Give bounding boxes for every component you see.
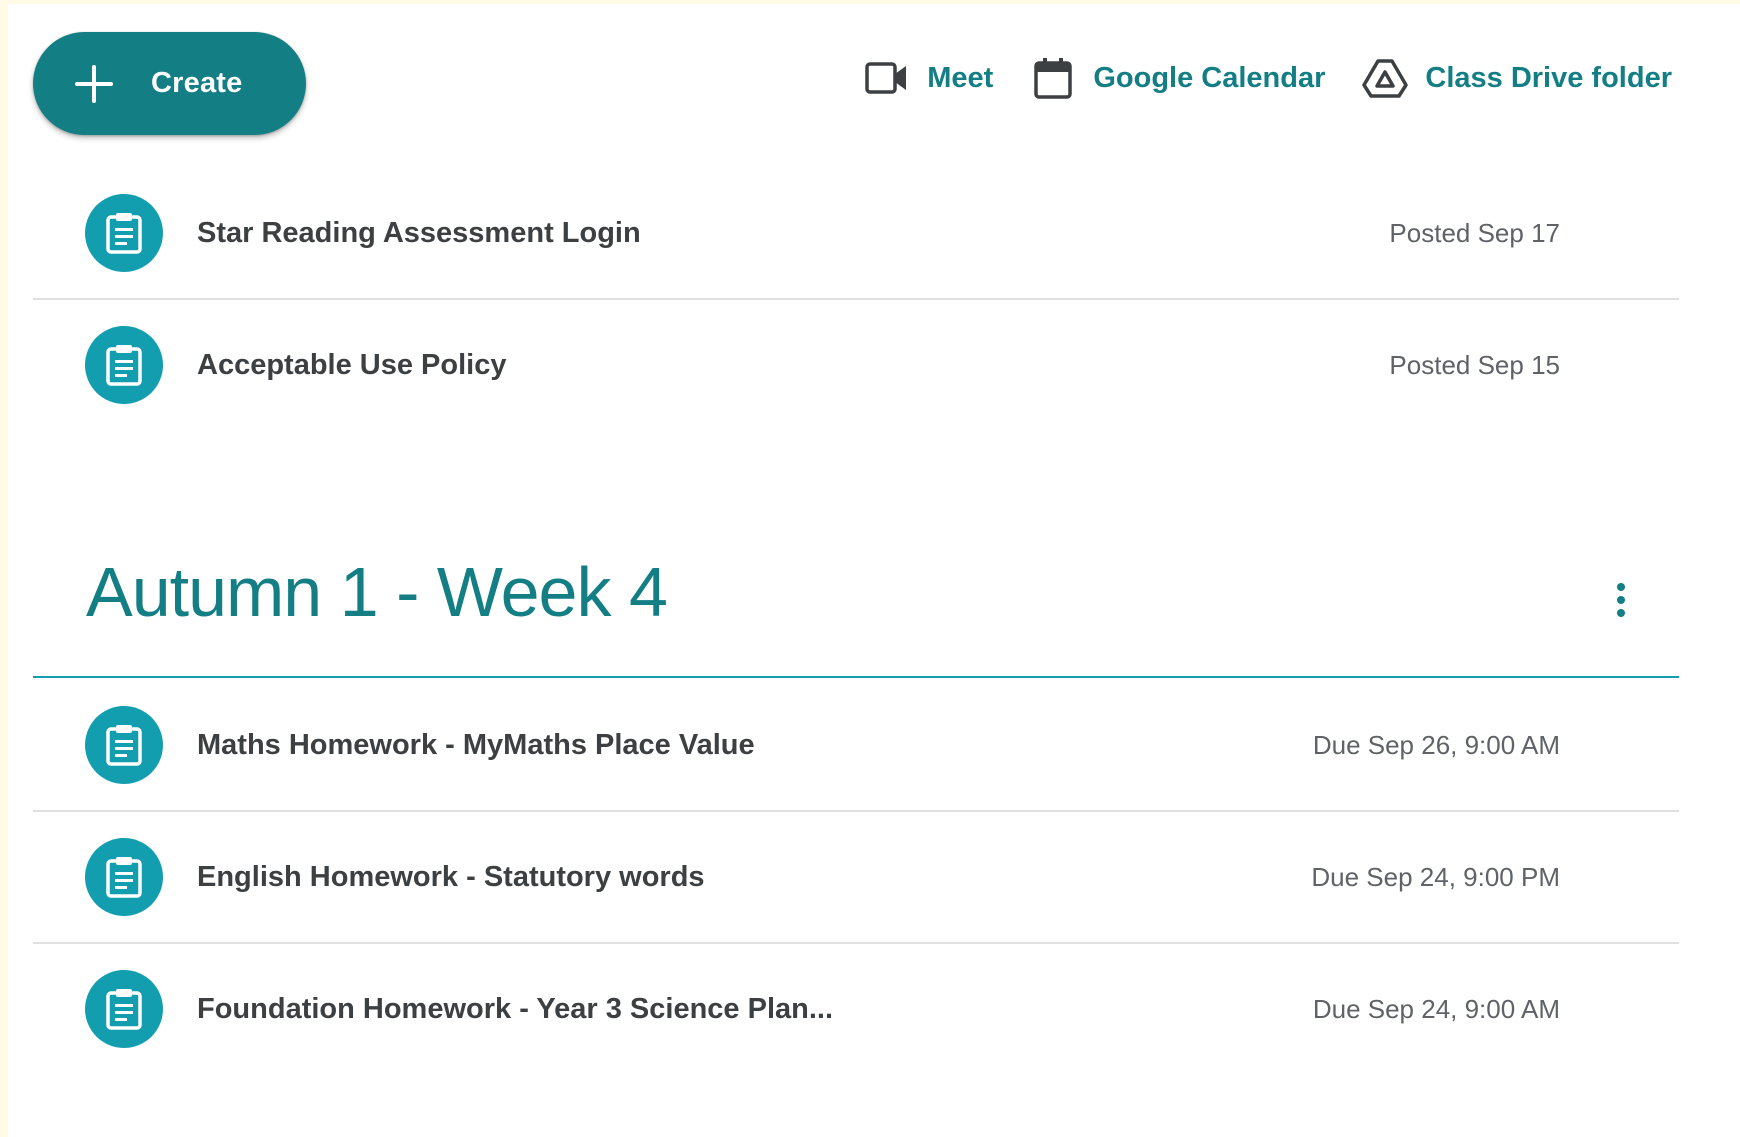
item-title: Maths Homework - MyMaths Place Value: [197, 729, 755, 761]
assignment-icon: [85, 326, 163, 404]
create-button-label: Create: [151, 67, 243, 99]
calendar-icon: [1029, 54, 1077, 102]
classwork-page: Create Meet Google Calendar Class Drive …: [8, 4, 1740, 1137]
item-date: Due Sep 24, 9:00 AM: [1312, 994, 1560, 1024]
item-date: Posted Sep 17: [1389, 218, 1560, 248]
more-vertical-icon[interactable]: [1603, 572, 1639, 628]
item-title: Star Reading Assessment Login: [197, 217, 641, 249]
list-item[interactable]: Foundation Homework - Year 3 Science Pla…: [33, 944, 1679, 1076]
meet-link[interactable]: Meet: [863, 54, 993, 102]
class-drive-folder-link[interactable]: Class Drive folder: [1361, 54, 1672, 102]
list-item[interactable]: English Homework - Statutory words Due S…: [33, 812, 1679, 944]
list-item[interactable]: Star Reading Assessment Login Posted Sep…: [33, 168, 1679, 300]
item-title: English Homework - Statutory words: [197, 861, 705, 893]
google-calendar-link-label: Google Calendar: [1093, 61, 1326, 94]
top-links: Meet Google Calendar Class Drive folder: [827, 50, 1672, 106]
class-drive-folder-link-label: Class Drive folder: [1425, 61, 1672, 94]
list-item[interactable]: Acceptable Use Policy Posted Sep 15: [33, 300, 1679, 432]
item-date: Posted Sep 15: [1389, 350, 1560, 380]
assignment-icon: [85, 970, 163, 1048]
assignment-icon: [85, 706, 163, 784]
item-date: Due Sep 24, 9:00 PM: [1311, 862, 1560, 892]
assignment-icon: [85, 838, 163, 916]
ungrouped-list: Star Reading Assessment Login Posted Sep…: [33, 168, 1679, 432]
assignment-icon: [85, 194, 163, 272]
item-title: Acceptable Use Policy: [197, 349, 507, 381]
create-button[interactable]: Create: [33, 32, 306, 135]
topic-title: Autumn 1 - Week 4: [86, 553, 668, 631]
topic-header: Autumn 1 - Week 4: [33, 534, 1679, 678]
item-title: Foundation Homework - Year 3 Science Pla…: [197, 993, 834, 1025]
plus-icon: [75, 64, 113, 103]
meet-link-label: Meet: [927, 61, 994, 94]
topic-items-list: Maths Homework - MyMaths Place Value Due…: [33, 680, 1679, 1076]
drive-icon: [1361, 54, 1409, 102]
list-item[interactable]: Maths Homework - MyMaths Place Value Due…: [33, 680, 1679, 812]
google-calendar-link[interactable]: Google Calendar: [1029, 54, 1325, 102]
video-camera-icon: [863, 54, 911, 102]
item-date: Due Sep 26, 9:00 AM: [1312, 730, 1560, 760]
